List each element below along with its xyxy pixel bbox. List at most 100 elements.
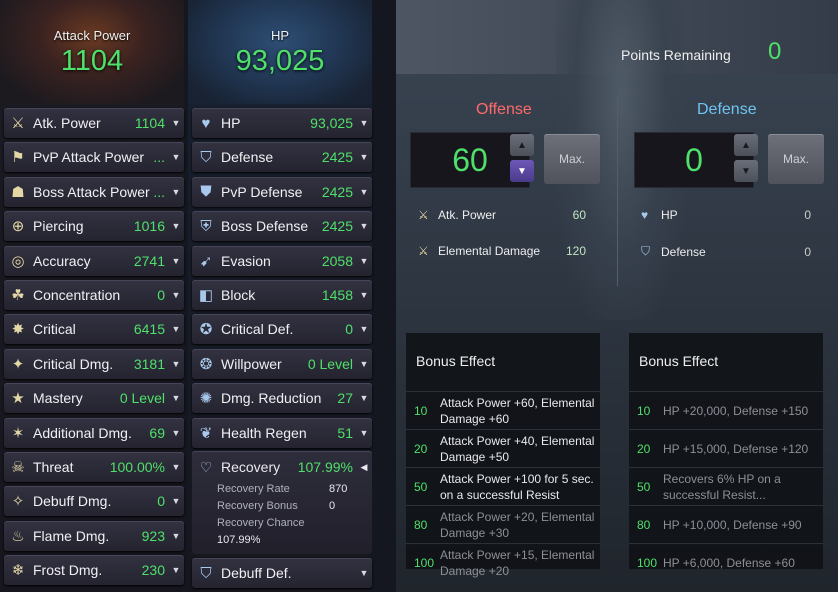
- expand-arrow-icon[interactable]: ▼: [168, 531, 184, 541]
- stat-value: 1458: [321, 287, 353, 303]
- expand-arrow-icon[interactable]: ▼: [168, 187, 184, 197]
- expand-arrow-icon[interactable]: ▼: [168, 462, 184, 472]
- recovery-expanded-row[interactable]: ♡ Recovery 107.99% ◀ Recovery Rate 870 Re…: [192, 451, 372, 554]
- stat-row-threat[interactable]: ☠ Threat 100.00% ▼: [4, 452, 184, 482]
- expand-arrow-icon[interactable]: ▼: [356, 290, 372, 300]
- section-divider: [617, 96, 618, 286]
- expand-arrow-icon[interactable]: ▼: [356, 118, 372, 128]
- expand-arrow-icon[interactable]: ▼: [356, 324, 372, 334]
- stat-row-boss-attack-power[interactable]: ☗ Boss Attack Power... ▼: [4, 176, 184, 207]
- bonus-row: 80 HP +10,000, Defense +90: [629, 505, 823, 543]
- offense-title: Offense: [476, 101, 532, 118]
- additional-damage-icon: ✶: [11, 424, 25, 442]
- expand-arrow-icon[interactable]: ▼: [356, 568, 372, 578]
- bonus-row: 100 Attack Power +15, Elemental Damage +2…: [406, 543, 600, 581]
- accuracy-icon: ◎: [11, 252, 25, 270]
- stat-row-dmg-reduction[interactable]: ✺ Dmg. Reduction 27 ▼: [192, 383, 372, 414]
- expand-arrow-icon[interactable]: ▼: [356, 221, 372, 231]
- expand-arrow-icon[interactable]: ▼: [356, 256, 372, 266]
- expand-arrow-icon[interactable]: ▼: [168, 393, 184, 403]
- expand-arrow-icon[interactable]: ▼: [168, 565, 184, 575]
- expand-arrow-icon[interactable]: ▼: [168, 118, 184, 128]
- offense-max-button[interactable]: Max.: [544, 134, 600, 184]
- stat-row-critical-dmg[interactable]: ✦ Critical Dmg. 3181 ▼: [4, 348, 184, 379]
- stat-value: 69: [149, 424, 165, 441]
- health-regen-icon: ❦: [199, 424, 213, 442]
- stat-row-debuff-dmg[interactable]: ✧ Debuff Dmg. 0 ▼: [4, 486, 184, 517]
- character-stats-window: Attack Power 1104 ⚔ Atk. Power 1104 ▼ ⚑ PvP A…: [0, 0, 838, 592]
- stat-row-evasion[interactable]: ➹ Evasion 2058 ▼: [192, 245, 372, 276]
- stat-label: Threat: [33, 459, 74, 475]
- collapse-arrow-icon[interactable]: ◀: [356, 462, 372, 473]
- stat-label: HP: [221, 115, 241, 131]
- stat-row-pvp-defense[interactable]: ⛊ PvP Defense 2425 ▼: [192, 176, 372, 207]
- offense-stat-elemental-damage: ⚔ Elemental Damage 120: [418, 244, 586, 258]
- defense-increase-button[interactable]: ▲: [734, 134, 758, 156]
- block-icon: ◧: [198, 287, 214, 304]
- bonus-level: 10: [637, 403, 651, 418]
- defense-max-button[interactable]: Max.: [768, 134, 824, 184]
- offense-increase-button[interactable]: ▲: [510, 134, 534, 156]
- stat-value: 1016: [133, 218, 165, 235]
- stat-row-block[interactable]: ◧ Block 1458 ▼: [192, 280, 372, 310]
- stat-row-willpower[interactable]: ❂ Willpower 0 Level ▼: [192, 348, 372, 379]
- stat-value: 923: [141, 527, 165, 544]
- stat-value: 0: [157, 287, 165, 303]
- expand-arrow-icon[interactable]: ▼: [356, 359, 372, 369]
- flame-icon: ♨: [11, 527, 25, 545]
- bonus-level: 20: [637, 441, 651, 456]
- stat-label: Additional Dmg.: [33, 424, 132, 441]
- expand-arrow-icon[interactable]: ▼: [168, 324, 184, 334]
- stat-label: Concentration: [33, 287, 121, 303]
- expand-arrow-icon[interactable]: ▼: [168, 290, 184, 300]
- stat-value: 0 Level: [307, 355, 353, 372]
- expand-arrow-icon[interactable]: ▼: [356, 428, 372, 438]
- stat-row-health-regen[interactable]: ❦ Health Regen 51 ▼: [192, 417, 372, 448]
- expand-arrow-icon[interactable]: ▼: [168, 359, 184, 369]
- bonus-row: 10 HP +20,000, Defense +150: [629, 391, 823, 429]
- expand-arrow-icon[interactable]: ▼: [168, 256, 184, 266]
- stat-row-boss-defense[interactable]: ⛨ Boss Defense 2425 ▼: [192, 211, 372, 242]
- stat-label: Debuff Dmg.: [33, 493, 112, 510]
- expand-arrow-icon[interactable]: ▼: [356, 187, 372, 197]
- expand-arrow-icon[interactable]: ▼: [356, 152, 372, 162]
- stat-row-frost-dmg[interactable]: ❄ Frost Dmg. 230 ▼: [4, 555, 184, 586]
- stat-label: PvP Defense: [221, 183, 303, 200]
- stat-value: 27: [337, 390, 353, 407]
- defense-stat-hp: ♥ HP 0: [641, 208, 811, 222]
- debuff-damage-icon: ✧: [11, 493, 25, 511]
- expand-arrow-icon[interactable]: ▼: [168, 496, 184, 506]
- stat-row-accuracy[interactable]: ◎ Accuracy 2741 ▼: [4, 245, 184, 276]
- bonus-text: Attack Power +100 for 5 sec. on a succes…: [440, 471, 594, 502]
- expand-arrow-icon[interactable]: ▼: [168, 221, 184, 231]
- stat-row-concentration[interactable]: ☘ Concentration 0 ▼: [4, 280, 184, 310]
- willpower-icon: ❂: [199, 355, 213, 373]
- stat-row-piercing[interactable]: ⊕ Piercing 1016 ▼: [4, 211, 184, 242]
- stat-row-critical[interactable]: ✸ Critical 6415 ▼: [4, 314, 184, 345]
- stat-row-defense[interactable]: ⛉ Defense 2425 ▼: [192, 142, 372, 173]
- expand-arrow-icon[interactable]: ▼: [168, 152, 184, 162]
- stat-row-critical-def[interactable]: ✪ Critical Def. 0 ▼: [192, 314, 372, 345]
- heart-icon: ♥: [201, 114, 211, 132]
- bonus-text: HP +20,000, Defense +150: [663, 403, 809, 418]
- bonus-row: 10 Attack Power +60, Elemental Damage +60: [406, 391, 600, 429]
- expand-arrow-icon[interactable]: ▼: [168, 428, 184, 438]
- bonus-text: Recovers 6% HP on a successful Resist...: [663, 471, 781, 502]
- stat-row-flame-dmg[interactable]: ♨ Flame Dmg. 923 ▼: [4, 520, 184, 551]
- stat-label: Block: [221, 287, 256, 303]
- stat-row-atk-power[interactable]: ⚔ Atk. Power 1104 ▼: [4, 108, 184, 138]
- swords-icon: ⚔: [418, 244, 429, 258]
- stat-value: 6415: [133, 321, 165, 338]
- defense-decrease-button[interactable]: ▼: [734, 160, 758, 182]
- stat-row-mastery[interactable]: ★ Mastery 0 Level ▼: [4, 383, 184, 414]
- stat-row-debuff-defense[interactable]: ⛉ Debuff Def. ▼: [192, 558, 372, 588]
- offense-decrease-button[interactable]: ▼: [510, 160, 534, 182]
- stat-label: Health Regen: [221, 424, 307, 441]
- expand-arrow-icon[interactable]: ▼: [356, 393, 372, 403]
- stat-value: 2425: [321, 183, 353, 200]
- points-remaining-value: 0: [768, 38, 782, 65]
- stat-value: 2058: [321, 252, 353, 269]
- stat-row-pvp-attack-power[interactable]: ⚑ PvP Attack Power... ▼: [4, 142, 184, 173]
- stat-row-hp[interactable]: ♥ HP 93,025 ▼: [192, 108, 372, 138]
- stat-row-additional-dmg[interactable]: ✶ Additional Dmg. 69 ▼: [4, 417, 184, 448]
